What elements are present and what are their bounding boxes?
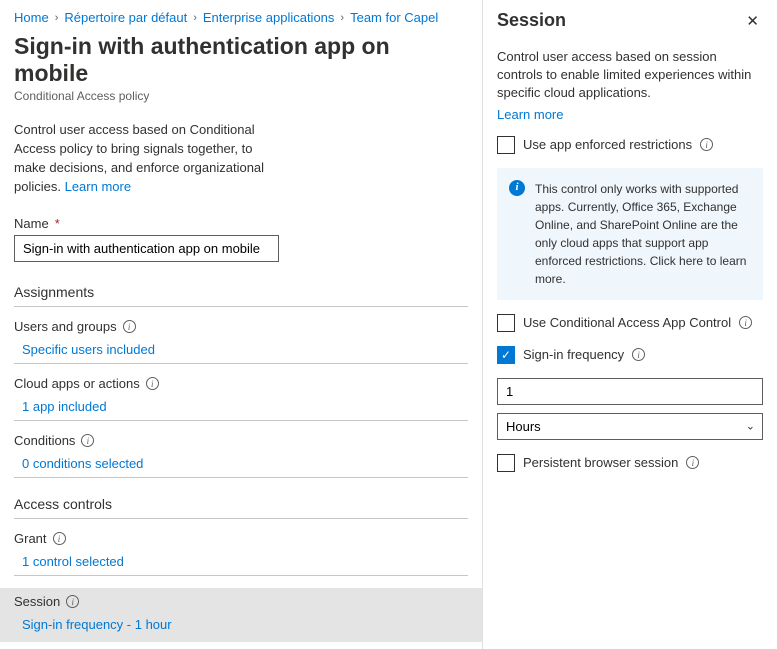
frequency-unit-select[interactable]	[497, 413, 763, 440]
info-icon[interactable]: i	[686, 456, 699, 469]
persistent-browser-checkbox[interactable]	[497, 454, 515, 472]
page-title: Sign-in with authentication app on mobil…	[14, 33, 468, 87]
conditions-item[interactable]: Conditions i 0 conditions selected	[14, 433, 468, 478]
info-icon: i	[509, 180, 525, 196]
assignments-header: Assignments	[14, 284, 468, 307]
panel-title: Session	[497, 10, 566, 31]
frequency-input[interactable]	[497, 378, 763, 405]
page-description: Control user access based on Conditional…	[14, 121, 274, 196]
info-icon[interactable]: i	[81, 434, 94, 447]
info-icon[interactable]: i	[66, 595, 79, 608]
name-label: Name*	[14, 216, 468, 231]
access-controls-header: Access controls	[14, 496, 468, 519]
sign-in-freq-checkbox[interactable]: ✓	[497, 346, 515, 364]
grant-item[interactable]: Grant i 1 control selected	[14, 531, 468, 576]
breadcrumb-home[interactable]: Home	[14, 10, 49, 25]
info-icon[interactable]: i	[146, 377, 159, 390]
info-icon[interactable]: i	[700, 138, 713, 151]
session-value[interactable]: Sign-in frequency - 1 hour	[14, 617, 172, 632]
app-enforced-label: Use app enforced restrictions	[523, 137, 692, 152]
info-icon[interactable]: i	[632, 348, 645, 361]
info-icon[interactable]: i	[123, 320, 136, 333]
app-enforced-checkbox[interactable]	[497, 136, 515, 154]
panel-learn-more[interactable]: Learn more	[497, 107, 563, 122]
close-icon[interactable]: ✕	[742, 10, 763, 32]
chevron-right-icon: ›	[55, 12, 59, 24]
callout-text[interactable]: This control only works with supported a…	[535, 180, 751, 288]
page-subtitle: Conditional Access policy	[14, 89, 468, 103]
breadcrumb-repo[interactable]: Répertoire par défaut	[64, 10, 187, 25]
sign-in-freq-label: Sign-in frequency	[523, 347, 624, 362]
ca-app-control-checkbox[interactable]	[497, 314, 515, 332]
users-groups-value[interactable]: Specific users included	[14, 342, 155, 357]
ca-app-control-label: Use Conditional Access App Control	[523, 315, 731, 330]
conditions-value[interactable]: 0 conditions selected	[14, 456, 143, 471]
cloud-apps-item[interactable]: Cloud apps or actions i 1 app included	[14, 376, 468, 421]
users-groups-item[interactable]: Users and groups i Specific users includ…	[14, 319, 468, 364]
learn-more-link[interactable]: Learn more	[65, 179, 131, 194]
info-callout: i This control only works with supported…	[497, 168, 763, 300]
chevron-right-icon: ›	[193, 12, 197, 24]
info-icon[interactable]: i	[739, 316, 752, 329]
breadcrumb-apps[interactable]: Enterprise applications	[203, 10, 335, 25]
info-icon[interactable]: i	[53, 532, 66, 545]
breadcrumb: Home › Répertoire par défaut › Enterpris…	[14, 10, 468, 25]
chevron-right-icon: ›	[340, 12, 344, 24]
persistent-browser-label: Persistent browser session	[523, 455, 678, 470]
panel-description: Control user access based on session con…	[497, 48, 763, 103]
cloud-apps-value[interactable]: 1 app included	[14, 399, 107, 414]
breadcrumb-team[interactable]: Team for Capel	[350, 10, 438, 25]
session-item[interactable]: Session i Sign-in frequency - 1 hour	[0, 588, 482, 642]
grant-value[interactable]: 1 control selected	[14, 554, 124, 569]
name-input[interactable]	[14, 235, 279, 262]
